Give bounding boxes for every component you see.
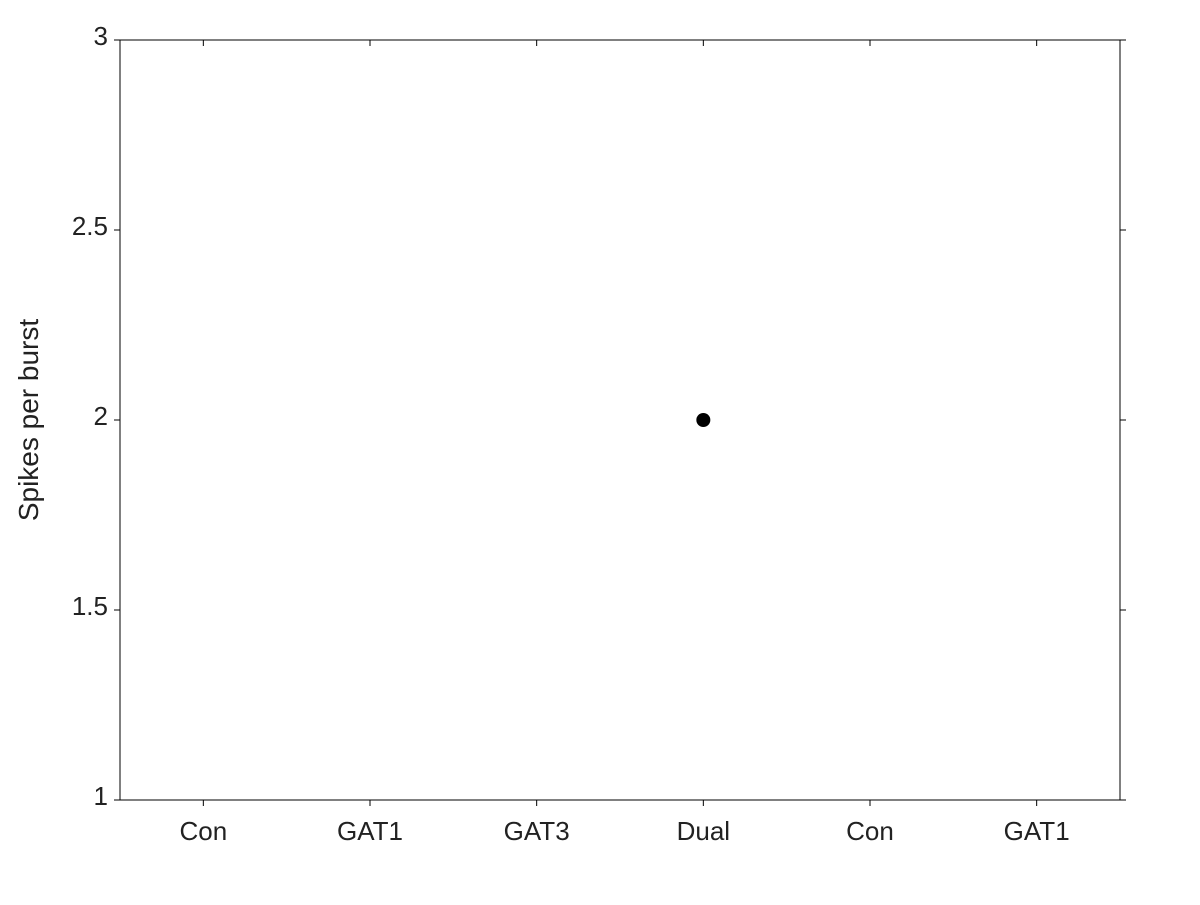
chart-container: 1 1.5 2 2.5 3 Con GAT1 GAT3 Dual Con GAT1 Spikes pe…: [0, 0, 1200, 900]
svg-text:Con: Con: [846, 816, 894, 846]
svg-text:Spikes per burst: Spikes per burst: [13, 319, 44, 522]
svg-text:2: 2: [94, 401, 108, 431]
svg-text:GAT1: GAT1: [337, 816, 403, 846]
svg-text:GAT3: GAT3: [504, 816, 570, 846]
svg-text:1: 1: [94, 781, 108, 811]
svg-text:Dual: Dual: [677, 816, 730, 846]
svg-text:Con: Con: [179, 816, 227, 846]
data-point: [696, 413, 710, 427]
chart-svg: 1 1.5 2 2.5 3 Con GAT1 GAT3 Dual Con GAT1 Spikes pe…: [0, 0, 1200, 900]
svg-text:1.5: 1.5: [72, 591, 108, 621]
svg-text:3: 3: [94, 21, 108, 51]
svg-text:2.5: 2.5: [72, 211, 108, 241]
svg-text:GAT1: GAT1: [1004, 816, 1070, 846]
